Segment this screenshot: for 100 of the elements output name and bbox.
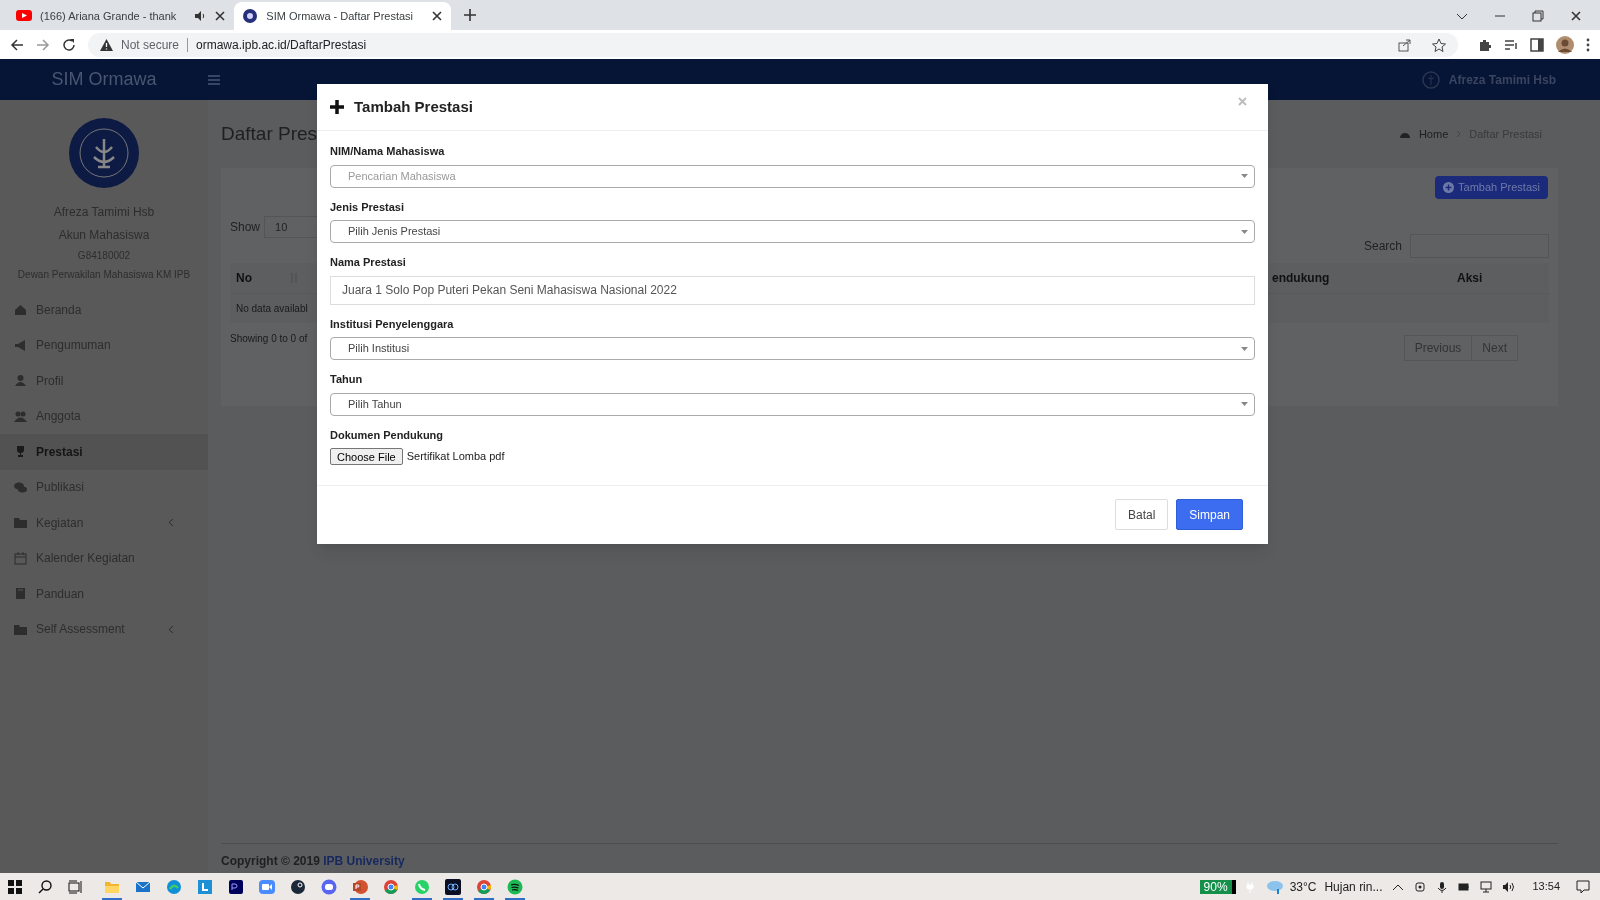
music-app-icon[interactable]	[506, 879, 523, 895]
save-button[interactable]: Simpan	[1176, 499, 1243, 530]
emblem-icon	[1421, 70, 1440, 89]
footer-link[interactable]: IPB University	[323, 854, 405, 868]
book-icon	[14, 587, 27, 601]
sidebar-item[interactable]: Prestasi	[0, 434, 208, 470]
battery-icon[interactable]	[1458, 880, 1471, 893]
text-field[interactable]: Juara 1 Solo Pop Puteri Pekan Seni Mahasiswa Nasional 2022	[330, 275, 1255, 305]
back-icon[interactable]	[10, 37, 24, 52]
chrome-icon[interactable]	[382, 879, 399, 895]
video-editor-icon[interactable]	[227, 879, 244, 895]
folder-icon	[14, 622, 27, 636]
network-icon[interactable]	[1480, 880, 1493, 893]
column-header: Aksi	[1457, 270, 1483, 287]
share-icon[interactable]	[1398, 37, 1412, 52]
select-field[interactable]: Pilih Tahun	[330, 392, 1255, 416]
mail-icon[interactable]	[134, 879, 151, 895]
temperature-text: 33°C	[1289, 878, 1317, 896]
empty-table-message: No data availabl	[236, 302, 308, 316]
close-icon[interactable]	[1570, 10, 1582, 22]
dark-app-icon[interactable]	[444, 879, 461, 895]
modal-title: Tambah Prestasi	[354, 96, 474, 117]
close-icon[interactable]	[431, 10, 444, 22]
search-icon[interactable]	[38, 879, 52, 894]
video-camera-icon[interactable]	[258, 879, 275, 895]
bullhorn-icon	[14, 338, 27, 352]
brand-title: SIM Ormawa	[50, 68, 158, 91]
favicon-icon	[16, 8, 32, 24]
plug-icon	[1245, 880, 1254, 893]
field-label: Institusi Penyelenggara	[330, 316, 455, 332]
warning-icon	[100, 38, 113, 51]
microphone-icon[interactable]	[1436, 880, 1449, 893]
chat-app-icon[interactable]	[320, 879, 337, 895]
browser-tab[interactable]: SIM Ormawa - Daftar Prestasi	[234, 2, 452, 30]
battery-meter: 90%	[1199, 879, 1236, 894]
field-label: Tahun	[330, 372, 364, 387]
forward-icon[interactable]	[36, 37, 50, 52]
playlist-icon[interactable]	[1504, 37, 1518, 52]
camera-icon[interactable]	[1414, 880, 1427, 893]
chevron-left-icon	[168, 518, 174, 528]
rain-cloud-icon[interactable]	[1265, 878, 1284, 895]
folder-icon	[14, 516, 27, 530]
table-info: Showing 0 to 0 of	[230, 332, 308, 346]
column-header: No	[235, 270, 253, 287]
field-label: Dokumen Pendukung	[330, 427, 445, 443]
field-label: NIM/Nama Mahasiswa	[330, 144, 446, 159]
clock-text: 13:54	[1532, 879, 1560, 895]
dropdown-caret-icon	[1241, 229, 1248, 234]
browser-icon[interactable]	[165, 879, 182, 895]
user-icon	[14, 374, 27, 388]
game-launcher-icon[interactable]	[289, 879, 306, 895]
weather-text: Hujan rin...	[1324, 878, 1383, 896]
avatar-icon[interactable]	[1556, 35, 1574, 54]
select-field[interactable]: Pilih Jenis Prestasi	[330, 220, 1255, 243]
star-icon[interactable]	[1432, 37, 1446, 52]
field-label: Nama Prestasi	[330, 255, 407, 270]
security-label: Not secure	[121, 36, 180, 54]
search-label: Search	[1363, 238, 1402, 255]
comments-icon	[14, 480, 27, 494]
field-label: Jenis Prestasi	[330, 199, 405, 215]
restore-icon[interactable]	[1532, 10, 1544, 22]
dropdown-caret-icon	[1241, 402, 1248, 406]
plus-icon	[330, 100, 344, 114]
copyright-text: Copyright © 2019 IPB University	[221, 853, 406, 870]
dropdown-caret-icon	[1241, 174, 1248, 178]
users-icon	[14, 409, 27, 423]
more-icon[interactable]	[1586, 37, 1590, 52]
plus-circle-icon	[1443, 182, 1455, 193]
chevron-right-icon	[1456, 130, 1462, 138]
address-bar[interactable]: Not secure ormawa.ipb.ac.id/DaftarPrestasi	[88, 32, 1458, 57]
show-label: Show	[230, 219, 261, 236]
volume-icon[interactable]	[1502, 880, 1515, 893]
favicon-icon	[242, 8, 259, 24]
calendar-icon	[14, 551, 27, 565]
column-header: endukung	[1272, 270, 1331, 287]
slides-app-icon[interactable]	[351, 879, 368, 895]
chrome-icon[interactable]	[475, 879, 492, 895]
puzzle-icon[interactable]	[1478, 37, 1492, 52]
select-field[interactable]: Pencarian Mahasiswa	[330, 164, 1255, 188]
reload-icon[interactable]	[62, 37, 76, 52]
url-text: ormawa.ipb.ac.id/DaftarPrestasi	[196, 36, 367, 54]
breadcrumb-item[interactable]: Home	[1418, 125, 1449, 143]
letter-tile-icon[interactable]	[196, 879, 213, 895]
dropdown-caret-icon	[1241, 346, 1248, 351]
file-name: Sertifikat Lomba pdf	[406, 449, 505, 465]
page-title: Daftar Pres	[221, 121, 318, 146]
close-icon[interactable]	[214, 10, 227, 22]
chevron-left-icon	[168, 624, 174, 634]
cancel-button[interactable]: Batal	[1114, 499, 1169, 530]
add-button[interactable]: Tambah Prestasi	[1435, 176, 1548, 199]
notification-icon[interactable]	[1576, 879, 1590, 894]
new-tab-icon[interactable]	[463, 8, 478, 22]
trophy-icon	[14, 445, 27, 459]
select-field[interactable]: Pilih Institusi	[330, 337, 1255, 360]
university-logo	[68, 117, 140, 189]
choose-file-button[interactable]: Choose File	[330, 448, 403, 465]
side-panel-icon[interactable]	[1530, 37, 1544, 52]
windows-start-icon[interactable]	[8, 879, 22, 894]
home-icon	[14, 303, 27, 317]
task-view-icon[interactable]	[68, 879, 82, 894]
